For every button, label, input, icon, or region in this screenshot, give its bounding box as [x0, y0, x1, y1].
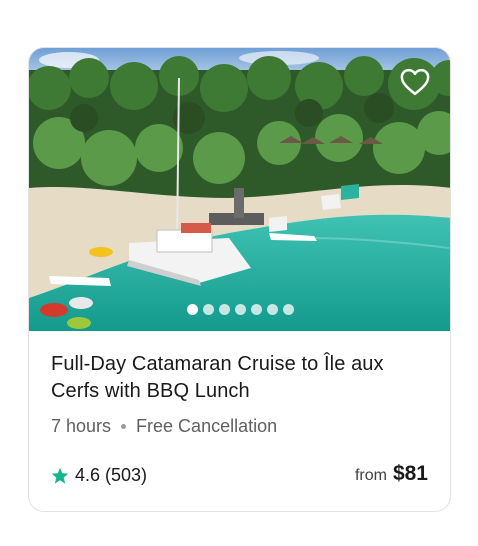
heart-outline-icon	[400, 68, 430, 96]
meta-separator	[121, 424, 127, 429]
gallery-dot-6[interactable]	[267, 304, 278, 315]
gallery-dot-2[interactable]	[203, 304, 214, 315]
review-count: (503)	[105, 465, 148, 485]
cancellation-text: Free Cancellation	[136, 416, 278, 436]
price-block: from $81	[355, 462, 428, 486]
gallery-dot-5[interactable]	[251, 304, 262, 315]
favorite-button[interactable]	[400, 68, 430, 96]
gallery-dot-3[interactable]	[219, 304, 230, 315]
product-title[interactable]: Full-Day Catamaran Cruise to Île aux Cer…	[51, 351, 431, 405]
gallery-dot-4[interactable]	[235, 304, 246, 315]
gallery-dot-1[interactable]	[187, 304, 198, 315]
price-prefix: from	[354, 467, 387, 484]
duration-text: 7 hours	[51, 416, 112, 436]
gallery-dot-7[interactable]	[283, 304, 294, 315]
catamaran-photo-image	[29, 48, 450, 331]
product-photo[interactable]	[29, 48, 450, 331]
gallery-pagination	[29, 304, 450, 315]
product-card[interactable]: Full-Day Catamaran Cruise to Île aux Cer…	[28, 47, 451, 512]
rating-summary: 4.6 (503)	[51, 465, 147, 486]
product-meta: 7 hours Free Cancellation	[51, 416, 277, 437]
price-amount: $81	[392, 462, 428, 485]
rating-value: 4.6	[75, 465, 101, 485]
star-icon	[51, 467, 69, 484]
